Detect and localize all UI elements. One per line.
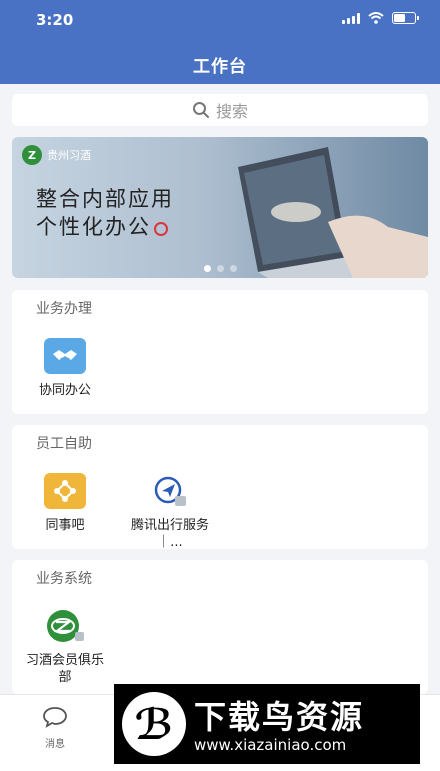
section-systems: 业务系统 习酒会员俱乐部 xyxy=(12,560,428,694)
search-bar[interactable]: 搜索 xyxy=(12,94,428,126)
section-self-service: 员工自助 同事吧 腾讯出行服务｜... xyxy=(12,425,428,551)
tab-messages[interactable]: 消息 xyxy=(30,705,80,750)
banner-logo: Z 贵州习酒 xyxy=(22,145,91,165)
carousel-indicator xyxy=(12,265,428,272)
app-label: 腾讯出行服务｜... xyxy=(130,518,209,550)
watermark-url: www.xiazainiao.com xyxy=(194,736,347,754)
status-icons xyxy=(342,12,419,24)
section-title: 业务办理 xyxy=(36,301,92,317)
carousel-dot[interactable] xyxy=(229,265,237,272)
app-tencent-travel[interactable]: 腾讯出行服务｜... xyxy=(126,473,214,551)
app-label: 同事吧 xyxy=(45,518,85,533)
status-time: 3:20 xyxy=(36,11,74,29)
network-icon xyxy=(44,473,86,509)
app-collaborative-office[interactable]: 协同办公 xyxy=(21,338,109,399)
watermark-overlay: ℬ 下载鸟资源 www.xiazainiao.com xyxy=(114,684,420,764)
carousel-dot[interactable] xyxy=(216,265,224,272)
tab-label: 消息 xyxy=(45,739,65,750)
watermark-title: 下载鸟资源 xyxy=(194,698,365,736)
banner-carousel[interactable]: Z 贵州习酒 整合内部应用 个性化办公 xyxy=(12,137,428,278)
xijiu-logo-icon: Z xyxy=(22,145,42,165)
app-label: 协同办公 xyxy=(38,383,91,398)
tencent-travel-icon xyxy=(149,473,191,509)
slogan-line-1: 整合内部应用 xyxy=(36,187,174,211)
red-circle-icon xyxy=(154,221,168,236)
carousel-dot[interactable] xyxy=(203,265,211,272)
header: 3:20 工作台 xyxy=(0,0,440,84)
xijiu-logo-icon xyxy=(44,608,86,644)
search-icon xyxy=(192,102,209,118)
section-business: 业务办理 协同办公 xyxy=(12,290,428,414)
app-colleague-bar[interactable]: 同事吧 xyxy=(21,473,109,534)
bird-logo-icon: ℬ xyxy=(122,692,186,756)
wifi-icon xyxy=(368,12,384,24)
signal-icon xyxy=(342,12,360,24)
banner-slogan: 整合内部应用 个性化办公 xyxy=(36,185,174,241)
handshake-icon xyxy=(44,338,86,374)
laptop-illustration xyxy=(238,147,428,278)
page-title: 工作台 xyxy=(193,57,247,77)
slogan-line-2: 个性化办公 xyxy=(36,215,151,239)
search-label: 搜索 xyxy=(215,102,248,121)
app-label: 习酒会员俱乐部 xyxy=(25,653,104,685)
section-title: 业务系统 xyxy=(36,571,92,587)
banner-brand: 贵州习酒 xyxy=(47,149,91,162)
section-title: 员工自助 xyxy=(36,436,92,452)
app-xijiu-club[interactable]: 习酒会员俱乐部 xyxy=(21,608,109,686)
battery-icon xyxy=(392,12,419,24)
message-icon xyxy=(43,707,67,728)
